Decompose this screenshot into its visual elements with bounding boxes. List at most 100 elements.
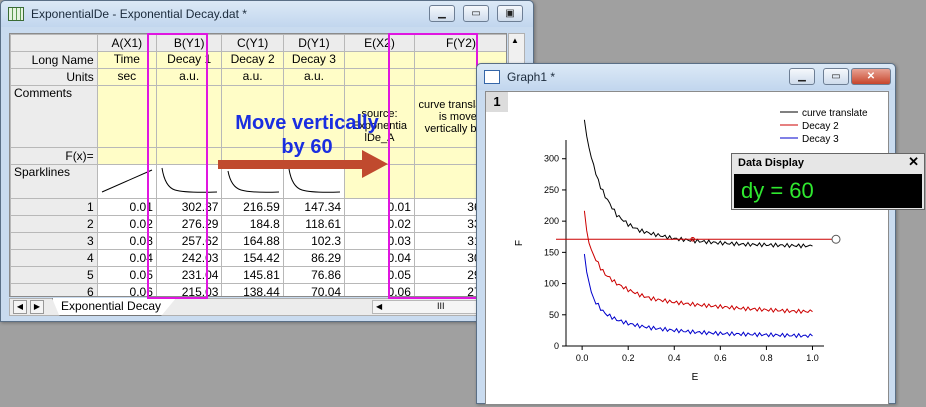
comments-cell[interactable] [155,85,223,148]
table-row[interactable]: 6 0.06 215.03 138.44 70.04 0.06 275.03 [10,283,506,296]
corner-cell[interactable] [10,34,98,52]
data-cell[interactable]: 302.37 [155,198,223,216]
scroll-left-icon[interactable]: ◀ [376,302,382,311]
data-cell[interactable]: 215.03 [155,283,223,296]
legend-label: Decay 3 [802,134,839,145]
column-header[interactable]: A(X1) [96,34,157,52]
line-chart[interactable]: 0.0 0.2 0.4 0.6 0.8 1.0 0 50 100 150 200 250 300 E Fcu… [486,92,890,404]
table-row[interactable]: 5 0.05 231.04 145.81 76.86 0.05 291.04 [10,266,506,284]
long-name-cell[interactable]: Decay 2 [221,51,284,69]
data-cell[interactable]: 184.8 [221,215,284,233]
worksheet-window[interactable]: ExponentialDe - Exponential Decay.dat * … [0,0,534,322]
x-tick-label: 0.6 [714,353,727,363]
row-label-fx[interactable]: F(x)= [10,147,98,165]
data-cell[interactable]: 0.04 [96,249,157,267]
long-name-cell[interactable]: Time [96,51,157,69]
row-number[interactable]: 4 [10,249,98,267]
worksheet-titlebar[interactable]: ExponentialDe - Exponential Decay.dat * … [1,1,533,27]
column-header[interactable]: C(Y1) [221,34,284,52]
data-cell[interactable]: 145.81 [221,266,284,284]
units-cell[interactable] [344,68,415,86]
data-cell[interactable]: 257.62 [155,232,223,250]
data-cell[interactable]: 276.29 [155,215,223,233]
units-cell[interactable]: sec [96,68,157,86]
data-cell[interactable]: 138.44 [221,283,284,296]
graph-titlebar[interactable]: Graph1 * ▁ ▭ ✕ [477,64,895,90]
restore-button[interactable]: ▣ [497,5,523,22]
scroll-up-icon[interactable]: ▲ [511,36,519,45]
row-label-sparklines[interactable]: Sparklines [10,164,98,199]
tab-prev-icon[interactable]: ◀ [13,300,27,314]
data-cell[interactable]: 76.86 [282,266,346,284]
x-tick-label: 0.0 [576,353,589,363]
row-number[interactable]: 6 [10,283,98,296]
units-cell[interactable]: a.u. [155,68,223,86]
graph-page[interactable]: 1 0.0 0.2 0.4 0.6 0.8 1.0 0 50 100 150 200 250 300 E F… [485,91,890,405]
maximize-button[interactable]: ▭ [463,5,489,22]
long-name-cell[interactable] [344,51,415,69]
column-header[interactable]: F(Y2) [413,34,506,52]
sheet-tab-exponential-decay[interactable]: Exponential Decay [52,298,177,316]
long-name-cell[interactable]: Decay 3 [282,51,346,69]
data-cell[interactable]: 231.04 [155,266,223,284]
units-cell[interactable]: a.u. [282,68,346,86]
row-number[interactable]: 5 [10,266,98,284]
sparkline-a[interactable] [96,164,157,199]
graph-window[interactable]: Graph1 * ▁ ▭ ✕ 1 0.0 0.2 0.4 0.6 0.8 1.0 0 50 10… [476,63,896,405]
data-cell[interactable]: 147.34 [282,198,346,216]
scroll-thumb-grip[interactable]: III [437,301,445,311]
fx-cell[interactable] [96,147,157,165]
y-tick-label: 0 [554,341,559,351]
row-number[interactable]: 1 [10,198,98,216]
tab-next-icon[interactable]: ▶ [30,300,44,314]
layer-indicator[interactable]: 1 [486,92,508,112]
legend-label: Decay 2 [802,121,839,132]
data-cell[interactable]: 216.59 [221,198,284,216]
graph-maximize-button[interactable]: ▭ [823,68,849,85]
data-cell[interactable]: 164.88 [221,232,284,250]
row-label-units[interactable]: Units [10,68,98,86]
data-cell[interactable]: 0.06 [344,283,415,296]
table-row[interactable]: 4 0.04 242.03 154.42 86.29 0.04 302.03 [10,249,506,267]
minimize-button[interactable]: ▁ [429,5,455,22]
table-row[interactable]: 1 0.01 302.37 216.59 147.34 0.01 362.37 [10,198,506,216]
data-cell[interactable]: 0.05 [96,266,157,284]
data-display-panel[interactable]: Data Display ✕ dy = 60 [731,153,925,210]
graph-minimize-button[interactable]: ▁ [789,68,815,85]
y-tick-label: 100 [544,279,559,289]
fx-cell[interactable] [155,147,223,165]
data-cell[interactable]: 0.04 [344,249,415,267]
data-cell[interactable]: 86.29 [282,249,346,267]
units-cell[interactable]: a.u. [221,68,284,86]
sparkline-d[interactable] [282,164,346,199]
row-label-comments[interactable]: Comments [10,85,98,148]
data-cell[interactable]: 0.02 [96,215,157,233]
data-cell[interactable]: 0.05 [344,266,415,284]
row-label-long-name[interactable]: Long Name [10,51,98,69]
data-cell[interactable]: 0.02 [344,215,415,233]
data-cell[interactable]: 0.03 [96,232,157,250]
column-header[interactable]: D(Y1) [282,34,346,52]
row-number[interactable]: 3 [10,232,98,250]
data-cell[interactable]: 70.04 [282,283,346,296]
data-cell[interactable]: 0.06 [96,283,157,296]
data-cell[interactable]: 118.61 [282,215,346,233]
data-cell[interactable]: 242.03 [155,249,223,267]
sparkline-c[interactable] [221,164,284,199]
row-number[interactable]: 2 [10,215,98,233]
column-header[interactable]: B(Y1) [155,34,223,52]
data-cell[interactable]: 102.3 [282,232,346,250]
data-cell[interactable]: 0.03 [344,232,415,250]
comments-cell[interactable] [96,85,157,148]
table-row[interactable]: 3 0.03 257.62 164.88 102.3 0.03 317.62 [10,232,506,250]
data-display-value: dy = 60 [734,174,922,208]
column-header[interactable]: E(X2) [344,34,415,52]
table-row[interactable]: 2 0.02 276.29 184.8 118.61 0.02 336.29 [10,215,506,233]
data-cell[interactable]: 0.01 [96,198,157,216]
graph-close-button[interactable]: ✕ [851,68,891,85]
sparkline-b[interactable] [155,164,223,199]
long-name-cell[interactable]: Decay 1 [155,51,223,69]
data-cell[interactable]: 154.42 [221,249,284,267]
data-cell[interactable]: 0.01 [344,198,415,216]
data-display-close-icon[interactable]: ✕ [908,154,919,170]
